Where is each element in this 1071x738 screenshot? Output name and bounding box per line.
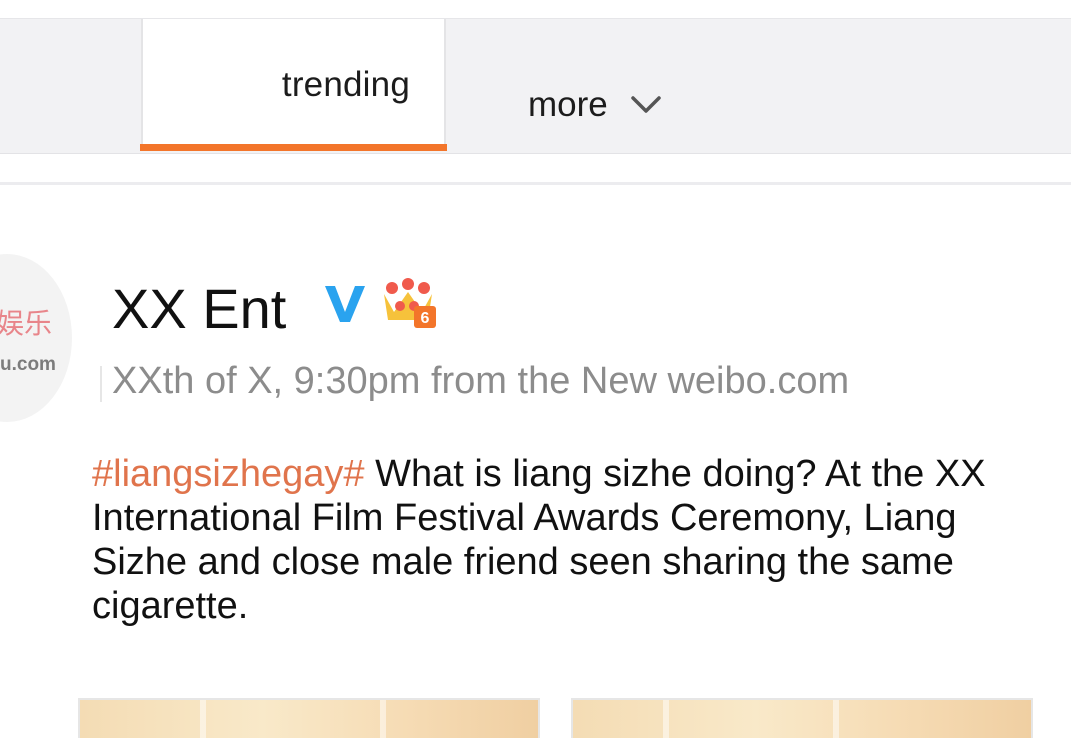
divider bbox=[0, 182, 1071, 185]
verified-v-icon bbox=[325, 286, 365, 322]
post-body: #liangsizhegay# What is liang sizhe doin… bbox=[92, 452, 1052, 628]
meta-divider bbox=[100, 366, 102, 402]
tab-more-label: more bbox=[528, 85, 608, 124]
image-detail bbox=[380, 700, 386, 738]
avatar[interactable]: 娱乐 u.com bbox=[0, 254, 72, 422]
crown-level-icon: 6 bbox=[384, 278, 436, 328]
avatar-logo-text: 娱乐 bbox=[0, 307, 53, 340]
post-image-2[interactable] bbox=[571, 698, 1033, 738]
tab-trending-label: trending bbox=[281, 65, 410, 104]
active-tab-indicator bbox=[140, 144, 447, 151]
tab-bar: trending more bbox=[0, 18, 1071, 154]
chevron-down-icon bbox=[631, 96, 661, 113]
crown-level-number: 6 bbox=[421, 310, 430, 327]
tab-trending[interactable]: trending bbox=[141, 19, 446, 151]
post-hashtag-link[interactable]: #liangsizhegay# bbox=[92, 453, 365, 495]
author-name[interactable]: XX Ent bbox=[112, 276, 286, 341]
image-detail bbox=[663, 700, 669, 738]
weibo-page: trending more 娱乐 u.com XX Ent 6 XXth of … bbox=[0, 0, 1071, 738]
image-detail bbox=[833, 700, 839, 738]
post-timestamp-source: XXth of X, 9:30pm from the New weibo.com bbox=[112, 360, 850, 402]
avatar-logo-domain: u.com bbox=[0, 354, 56, 375]
image-detail bbox=[200, 700, 206, 738]
tab-more[interactable]: more bbox=[528, 83, 662, 127]
post-image-1[interactable] bbox=[78, 698, 540, 738]
